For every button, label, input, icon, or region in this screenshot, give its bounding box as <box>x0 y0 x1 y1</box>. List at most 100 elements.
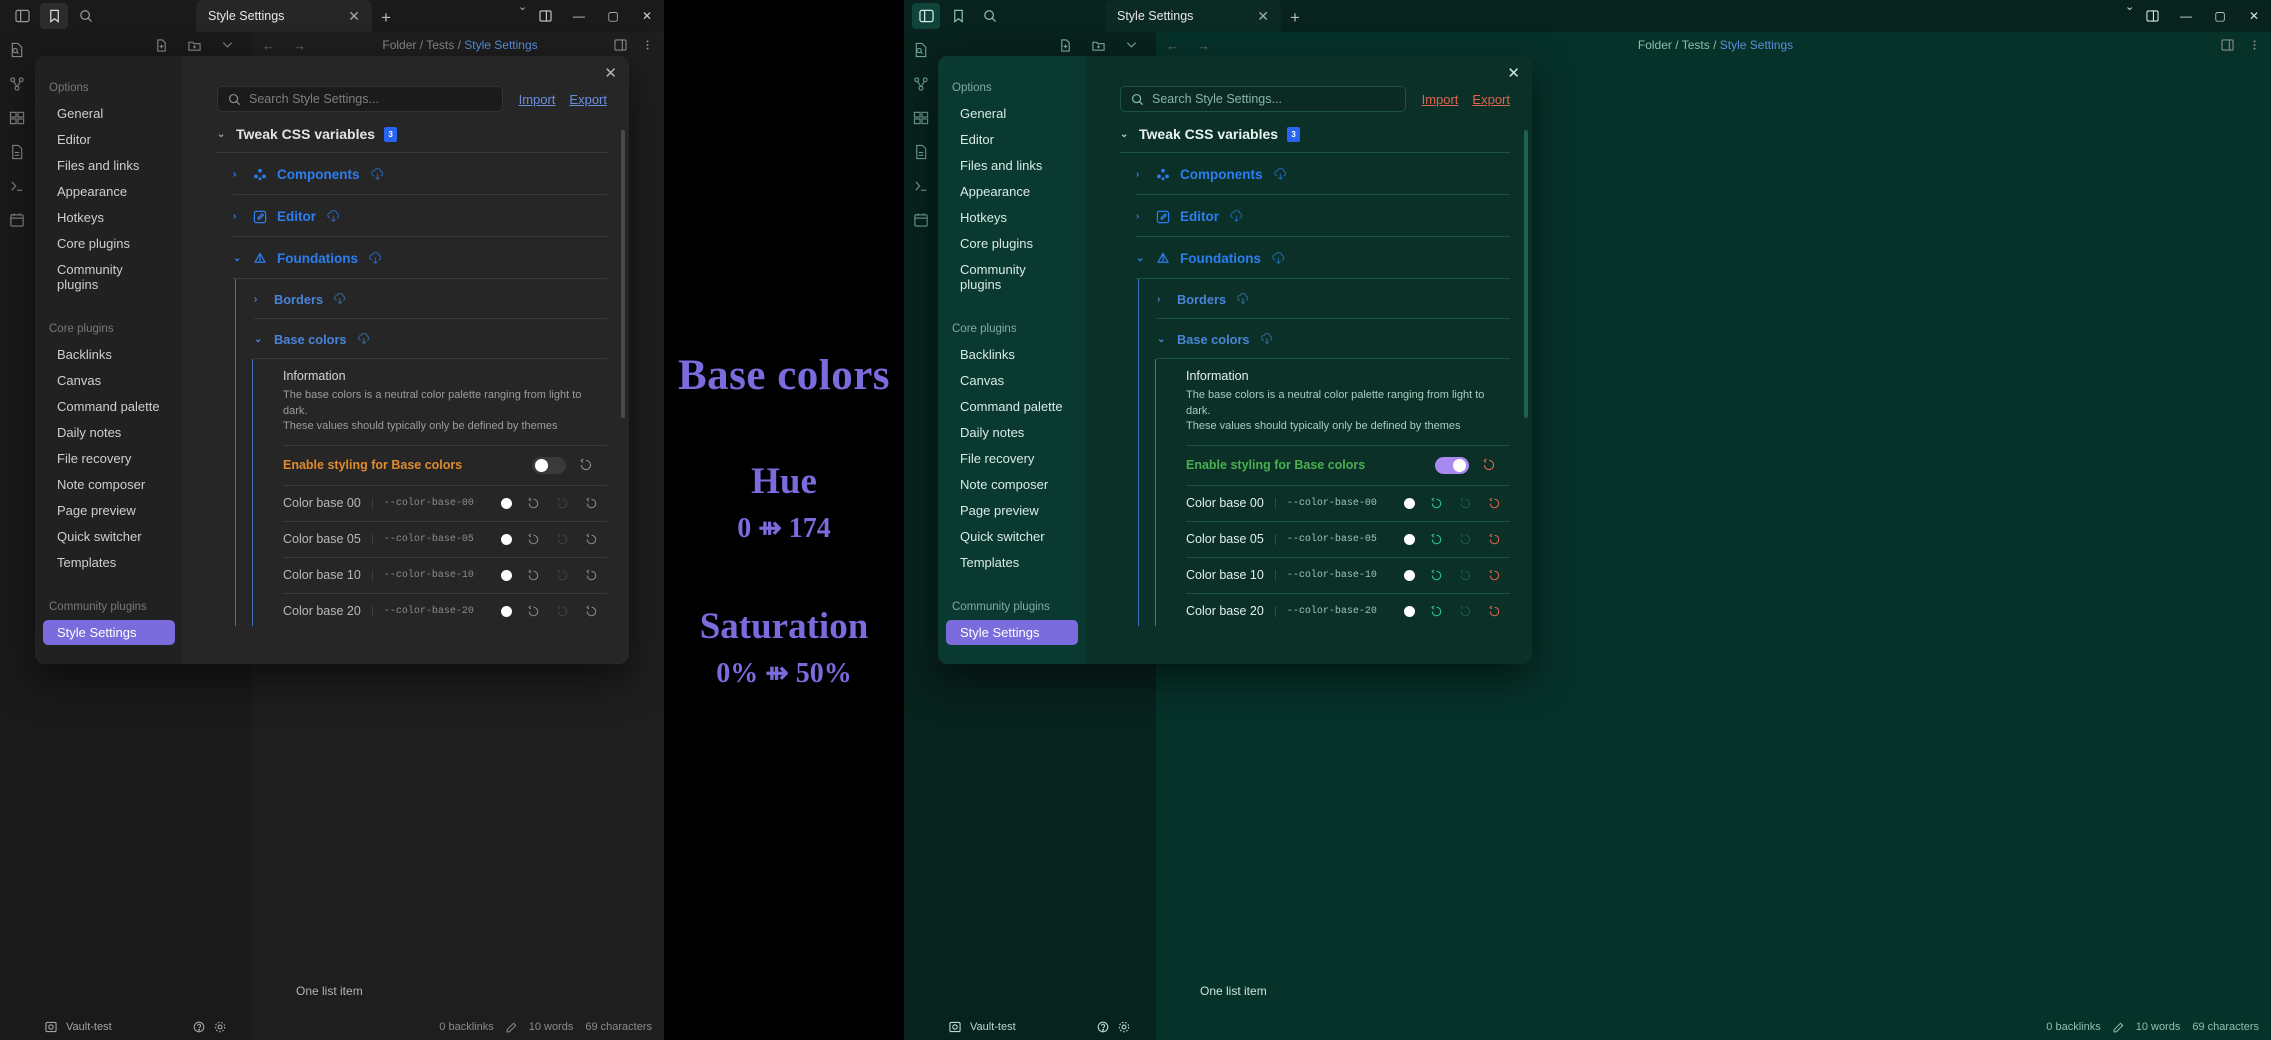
subgroup-borders[interactable]: › Borders <box>236 279 607 318</box>
terminal-icon[interactable] <box>911 176 931 196</box>
group-components[interactable]: › Components <box>217 153 607 194</box>
enable-styling-toggle[interactable] <box>1435 456 1469 474</box>
close-settings-icon[interactable]: ✕ <box>604 64 617 82</box>
settings-gear-icon[interactable] <box>214 1021 226 1033</box>
canvas-icon[interactable] <box>911 108 931 128</box>
sidebar-item-templates[interactable]: Templates <box>946 550 1078 575</box>
sidebar-item-page-preview[interactable]: Page preview <box>43 498 175 523</box>
sidebar-item-file-recovery[interactable]: File recovery <box>43 446 175 471</box>
color-swatch[interactable] <box>501 569 512 581</box>
forward-button[interactable]: → <box>1197 38 1210 53</box>
new-note-icon[interactable] <box>7 142 27 162</box>
group-components[interactable]: › Components <box>1120 153 1510 194</box>
color-swatch[interactable] <box>1404 497 1415 509</box>
color-swatch[interactable] <box>501 497 512 509</box>
back-button[interactable]: ← <box>262 38 275 53</box>
more-options-icon[interactable] <box>2248 39 2261 51</box>
download-cloud-icon[interactable] <box>333 292 348 307</box>
scrollbar-thumb[interactable] <box>621 130 625 418</box>
sidebar-item-note-composer[interactable]: Note composer <box>946 472 1078 497</box>
reset-color-icon[interactable] <box>1487 604 1502 619</box>
download-cloud-icon[interactable] <box>357 332 372 347</box>
sidebar-item-style-settings[interactable]: Style Settings <box>43 620 175 645</box>
sidebar-item-quick-switcher[interactable]: Quick switcher <box>43 524 175 549</box>
scrollbar-thumb[interactable] <box>1524 130 1528 418</box>
new-note-toolbar-icon[interactable] <box>155 38 168 52</box>
download-cloud-icon[interactable] <box>1273 167 1288 182</box>
reset-color-icon[interactable] <box>584 532 599 547</box>
subgroup-base-colors[interactable]: ⌄ Base colors <box>236 319 607 358</box>
reset-color-icon[interactable] <box>1487 568 1502 583</box>
maximize-button[interactable]: ▢ <box>596 0 630 32</box>
tweak-css-variables-header[interactable]: ⌄ Tweak CSS variables 3 <box>217 126 607 152</box>
color-swatch[interactable] <box>1404 605 1415 617</box>
sidebar-item-files-and-links[interactable]: Files and links <box>946 153 1078 178</box>
alt-color-icon[interactable] <box>1458 604 1473 619</box>
copy-color-icon[interactable] <box>526 496 541 511</box>
tab-close-icon[interactable]: ✕ <box>348 8 360 25</box>
new-tab-button[interactable]: + <box>1281 4 1309 32</box>
sidebar-item-general[interactable]: General <box>43 101 175 126</box>
sidebar-item-note-composer[interactable]: Note composer <box>43 472 175 497</box>
graph-icon[interactable] <box>911 74 931 94</box>
sidebar-item-general[interactable]: General <box>946 101 1078 126</box>
breadcrumb-tests[interactable]: Tests <box>426 38 454 52</box>
bookmark-icon[interactable] <box>944 3 972 29</box>
reset-color-icon[interactable] <box>1487 532 1502 547</box>
new-folder-icon[interactable] <box>1092 39 1105 52</box>
breadcrumb-folder[interactable]: Folder <box>1638 38 1672 52</box>
sidebar-item-page-preview[interactable]: Page preview <box>946 498 1078 523</box>
sidebar-item-appearance[interactable]: Appearance <box>946 179 1078 204</box>
search-icon[interactable] <box>976 3 1004 29</box>
sidebar-item-command-palette[interactable]: Command palette <box>43 394 175 419</box>
download-cloud-icon[interactable] <box>1260 332 1275 347</box>
collapse-all-icon[interactable] <box>1125 39 1138 52</box>
reading-view-icon[interactable] <box>614 39 627 51</box>
help-icon[interactable] <box>1097 1021 1109 1033</box>
tab-style-settings[interactable]: Style Settings ✕ <box>1105 0 1281 32</box>
download-cloud-icon[interactable] <box>1236 292 1251 307</box>
chevron-down-icon[interactable]: ⌄ <box>518 0 528 32</box>
copy-color-icon[interactable] <box>1429 496 1444 511</box>
search-icon[interactable] <box>72 3 100 29</box>
bookmark-icon[interactable] <box>40 3 68 29</box>
color-swatch[interactable] <box>501 605 512 617</box>
reset-setting-icon[interactable] <box>1481 458 1496 473</box>
copy-color-icon[interactable] <box>1429 568 1444 583</box>
color-swatch[interactable] <box>1404 533 1415 545</box>
vault-icon[interactable] <box>45 1021 57 1033</box>
copy-color-icon[interactable] <box>1429 532 1444 547</box>
reset-color-icon[interactable] <box>584 568 599 583</box>
backlinks-count[interactable]: 0 backlinks <box>439 1021 493 1033</box>
alt-color-icon[interactable] <box>555 568 570 583</box>
toggle-sidebar-icon[interactable] <box>912 3 940 29</box>
copy-color-icon[interactable] <box>526 568 541 583</box>
copy-color-icon[interactable] <box>526 604 541 619</box>
sidebar-item-appearance[interactable]: Appearance <box>43 179 175 204</box>
copy-color-icon[interactable] <box>526 532 541 547</box>
sidebar-item-community-plugins[interactable]: Community plugins <box>946 257 1078 297</box>
search-style-settings-box[interactable] <box>217 86 503 112</box>
calendar-icon[interactable] <box>911 210 931 230</box>
search-input[interactable] <box>249 92 492 106</box>
chevron-down-icon[interactable]: ⌄ <box>2125 0 2135 32</box>
alt-color-icon[interactable] <box>1458 568 1473 583</box>
toggle-sidebar-icon[interactable] <box>8 3 36 29</box>
sidebar-item-daily-notes[interactable]: Daily notes <box>946 420 1078 445</box>
download-cloud-icon[interactable] <box>1271 251 1286 266</box>
download-cloud-icon[interactable] <box>370 167 385 182</box>
alt-color-icon[interactable] <box>1458 496 1473 511</box>
breadcrumb-folder[interactable]: Folder <box>382 38 416 52</box>
search-input[interactable] <box>1152 92 1395 106</box>
tab-style-settings[interactable]: Style Settings ✕ <box>196 0 372 32</box>
file-search-icon[interactable] <box>7 40 27 60</box>
export-button[interactable]: Export <box>1472 92 1510 107</box>
alt-color-icon[interactable] <box>555 532 570 547</box>
split-pane-icon[interactable] <box>2135 0 2169 32</box>
alt-color-icon[interactable] <box>555 496 570 511</box>
close-window-button[interactable]: ✕ <box>630 0 664 32</box>
sidebar-item-quick-switcher[interactable]: Quick switcher <box>946 524 1078 549</box>
vault-name[interactable]: Vault-test <box>970 1021 1016 1033</box>
edit-pencil-icon[interactable] <box>2113 1022 2124 1033</box>
download-cloud-icon[interactable] <box>326 209 341 224</box>
